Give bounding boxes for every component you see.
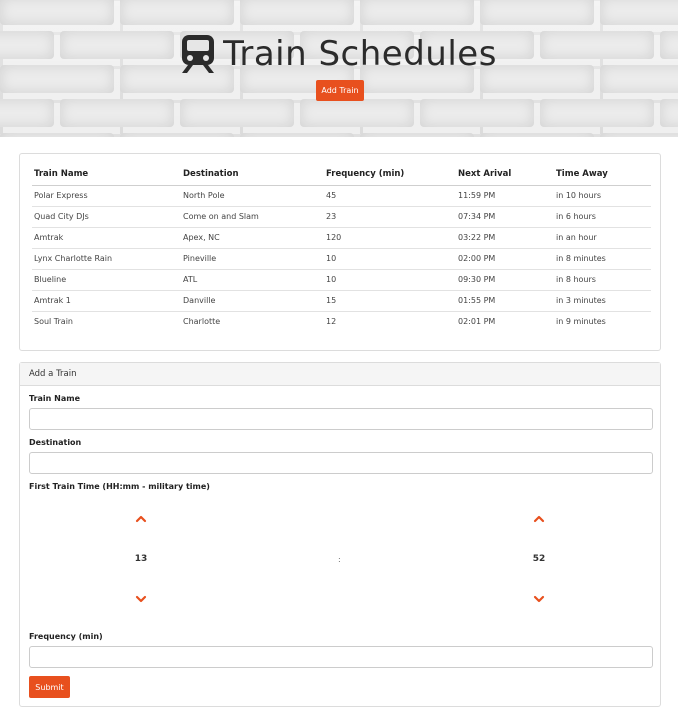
brick	[540, 99, 654, 127]
brick	[240, 133, 354, 137]
submit-button[interactable]: Submit	[29, 676, 70, 698]
train-name-cell: Soul Train	[32, 310, 181, 332]
next-arrival-cell: 01:55 PM	[456, 289, 554, 311]
column-header-destination: Destination	[181, 163, 324, 186]
title-wrap: Train Schedules	[0, 34, 678, 74]
next-arrival-cell: 11:59 PM	[458, 191, 496, 200]
frequency-cell: 120	[324, 226, 456, 248]
brick	[60, 99, 174, 127]
add-train-form-panel: Add a Train Train Name Destination First…	[19, 362, 661, 707]
frequency-cell: 10	[324, 268, 456, 290]
brick	[480, 0, 594, 25]
brick	[300, 99, 414, 127]
destination-label: Destination	[29, 438, 82, 447]
frequency-cell: 45	[326, 191, 337, 200]
brick	[240, 0, 354, 25]
brick	[420, 99, 534, 127]
column-header-next-arrival: Next Arival	[456, 163, 554, 186]
brick-row	[0, 130, 678, 137]
time-away-cell: in 9 minutes	[554, 310, 651, 332]
train-icon	[182, 35, 215, 73]
next-arrival-cell: 02:00 PM	[456, 247, 554, 269]
add-train-button[interactable]: Add Train	[316, 80, 364, 101]
time-away-cell: in 6 hours	[554, 205, 651, 227]
brick	[0, 99, 54, 127]
frequency-cell: 23	[324, 205, 456, 227]
destination-cell: Charlotte	[181, 310, 324, 332]
minute-decrement-chevron-down-icon[interactable]	[532, 594, 546, 604]
schedule-table-body: Polar Express North Pole 45 11:59 PM in 10 h…	[32, 185, 651, 332]
brick	[0, 0, 114, 25]
brick	[360, 133, 474, 137]
next-arrival-cell: 09:30 PM	[456, 268, 554, 290]
time-separator: :	[338, 555, 341, 564]
time-away-cell: in 3 minutes	[554, 289, 651, 311]
train-name-cell: Blueline	[32, 268, 181, 290]
brick	[180, 99, 294, 127]
brick	[120, 0, 234, 25]
frequency-input[interactable]	[29, 646, 653, 668]
destination-input[interactable]	[29, 452, 653, 474]
page-header: Train Schedules Add Train	[0, 0, 678, 137]
hour-decrement-chevron-down-icon[interactable]	[134, 594, 148, 604]
first-train-time-label: First Train Time (HH:mm - military time)	[29, 482, 210, 491]
minute-value[interactable]: 52	[524, 554, 554, 564]
table-row: Blueline ATL 10 09:30 PM in 8 hours	[32, 268, 651, 290]
frequency-label: Frequency (min)	[29, 632, 103, 641]
column-header-frequency: Frequency (min)	[324, 163, 456, 186]
destination-cell: Apex, NC	[181, 226, 324, 248]
brick	[480, 133, 594, 137]
brick	[600, 133, 678, 137]
table-row: Quad City DJs Come on and Slam 23 07:34 PM i…	[32, 205, 651, 227]
column-header-train-name: Train Name	[32, 163, 181, 186]
brick	[0, 133, 114, 137]
train-name-cell: Amtrak 1	[32, 289, 181, 311]
time-away-cell: in 10 hours	[556, 191, 602, 200]
frequency-cell: 15	[324, 289, 456, 311]
brick-row	[0, 96, 678, 130]
brick	[360, 0, 474, 25]
train-name-cell: Polar Express	[34, 191, 88, 200]
time-away-cell: in 8 minutes	[554, 247, 651, 269]
hour-value[interactable]: 13	[126, 554, 156, 564]
brick	[120, 133, 234, 137]
table-header-row: Train Name Destination Frequency (min) N…	[32, 163, 651, 186]
minute-increment-chevron-up-icon[interactable]	[532, 514, 546, 524]
schedule-panel: Train Name Destination Frequency (min) N…	[19, 153, 661, 351]
brick	[600, 0, 678, 25]
train-name-input[interactable]	[29, 408, 653, 430]
table-row: Amtrak Apex, NC 120 03:22 PM in an hour	[32, 226, 651, 248]
table-row: Polar Express North Pole 45 11:59 PM in 10 h…	[32, 185, 651, 206]
schedule-table: Train Name Destination Frequency (min) N…	[32, 163, 651, 332]
hour-increment-chevron-up-icon[interactable]	[134, 514, 148, 524]
time-away-cell: in 8 hours	[554, 268, 651, 290]
destination-cell: Come on and Slam	[181, 205, 324, 227]
train-name-cell: Lynx Charlotte Rain	[32, 247, 181, 269]
frequency-cell: 10	[324, 247, 456, 269]
table-row: Amtrak 1 Danville 15 01:55 PM in 3 minutes	[32, 289, 651, 311]
train-name-cell: Amtrak	[32, 226, 181, 248]
page-title: Train Schedules	[223, 34, 497, 74]
table-row: Lynx Charlotte Rain Pineville 10 02:00 PM in…	[32, 247, 651, 269]
table-row: Soul Train Charlotte 12 02:01 PM in 9 minute…	[32, 310, 651, 332]
destination-cell: Danville	[181, 289, 324, 311]
brick-row	[0, 0, 678, 28]
next-arrival-cell: 02:01 PM	[456, 310, 554, 332]
train-name-cell: Quad City DJs	[32, 205, 181, 227]
destination-cell: Pineville	[181, 247, 324, 269]
frequency-cell: 12	[324, 310, 456, 332]
next-arrival-cell: 03:22 PM	[456, 226, 554, 248]
column-header-time-away: Time Away	[554, 163, 651, 186]
destination-cell: North Pole	[183, 191, 225, 200]
time-away-cell: in an hour	[554, 226, 651, 248]
form-heading: Add a Train	[20, 363, 660, 386]
next-arrival-cell: 07:34 PM	[456, 205, 554, 227]
train-name-label: Train Name	[29, 394, 80, 403]
destination-cell: ATL	[181, 268, 324, 290]
brick	[660, 99, 678, 127]
